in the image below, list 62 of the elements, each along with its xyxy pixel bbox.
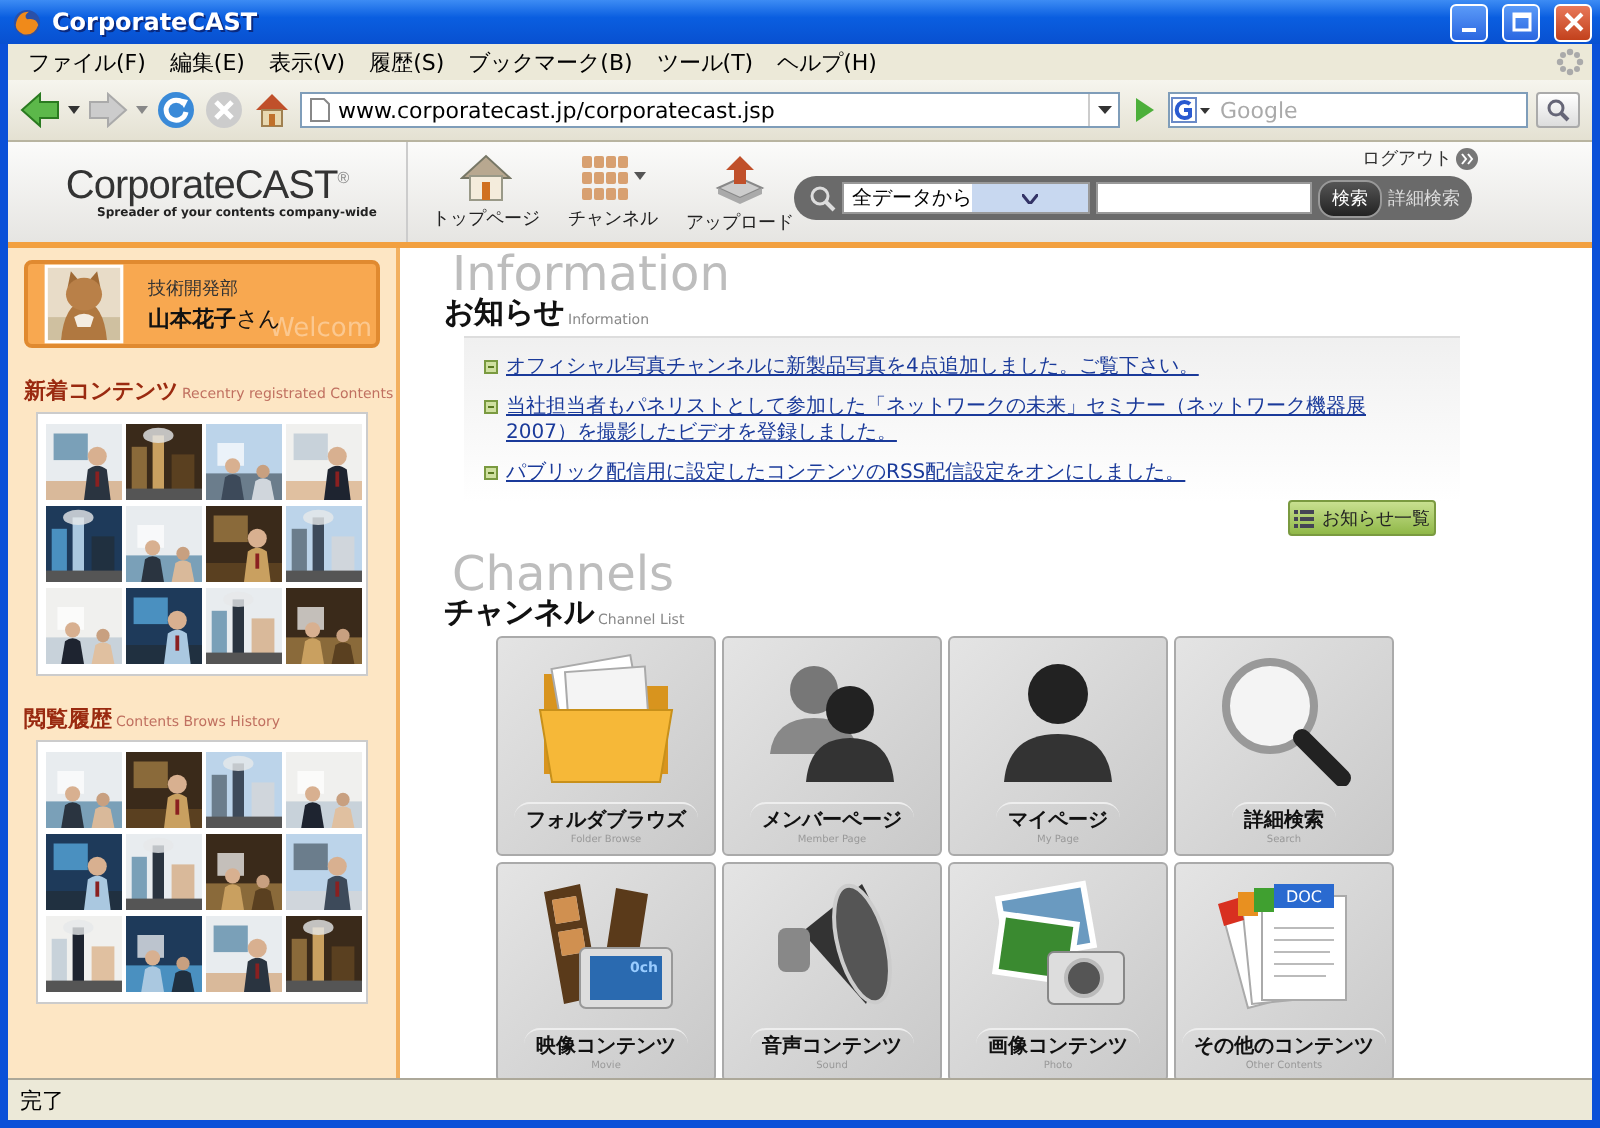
- chevron-down-icon[interactable]: [1022, 193, 1038, 203]
- throbber-icon: [1556, 48, 1584, 76]
- menu-item[interactable]: 表示(V): [256, 47, 358, 77]
- double-arrow-icon[interactable]: [1456, 148, 1478, 170]
- film-monitor-icon: [544, 884, 673, 1009]
- search-button[interactable]: 検索: [1318, 179, 1382, 217]
- nav-link[interactable]: チャンネル: [568, 154, 658, 242]
- bullet-icon: [484, 400, 498, 414]
- list-icon: [1294, 509, 1314, 527]
- minimize-icon: [1462, 28, 1476, 32]
- information-watermark: Information: [452, 252, 732, 296]
- menu-item[interactable]: ツール(T): [644, 47, 766, 77]
- maximize-icon: [1511, 12, 1531, 32]
- home-button[interactable]: [252, 90, 292, 130]
- section-title: チャンネル: [444, 594, 594, 632]
- news-link[interactable]: パブリック配信用に設定したコンテンツのRSS配信設定をオンにしました。: [506, 460, 1186, 486]
- page-icon: [310, 98, 330, 122]
- menu-item[interactable]: ファイル(F): [16, 47, 158, 77]
- section-title: お知らせ: [444, 294, 564, 332]
- news-list-button[interactable]: お知らせ一覧: [1288, 500, 1436, 536]
- search-icon: [1546, 98, 1570, 122]
- department-label: 技術開発部: [148, 277, 240, 301]
- minimize-button[interactable]: [1450, 3, 1488, 41]
- browser-logo-icon: [12, 7, 42, 37]
- dropdown-caret-icon[interactable]: [1097, 106, 1111, 114]
- section-title: 閲覧履歴: [24, 704, 112, 734]
- menu-item[interactable]: 履歴(S): [357, 47, 457, 77]
- doc-label: DOC: [1285, 888, 1323, 906]
- documents-icon: [1218, 884, 1347, 1010]
- news-link[interactable]: オフィシャル写真チャンネルに新製品写真を4点追加しました。ご覧下さい。: [506, 354, 1199, 380]
- window-title: CorporateCAST: [52, 8, 260, 36]
- search-field[interactable]: Google: [1168, 92, 1528, 128]
- status-text: 完了: [20, 1085, 64, 1115]
- channels-watermark: Channels: [452, 552, 677, 596]
- advanced-search-link[interactable]: 詳細検索: [1388, 185, 1460, 211]
- close-button[interactable]: [1554, 3, 1592, 41]
- search-engine-icon[interactable]: [1170, 96, 1214, 124]
- bullet-icon: [484, 466, 498, 480]
- grid-icon: [581, 154, 645, 202]
- menu-item[interactable]: ブックマーク(B): [456, 47, 645, 77]
- menu-item[interactable]: 編集(E): [157, 47, 257, 77]
- search-input[interactable]: [1096, 182, 1312, 214]
- bullet-icon: [484, 360, 498, 374]
- back-button[interactable]: [20, 92, 60, 128]
- upload-box-icon: [714, 154, 766, 206]
- dropdown-caret-icon[interactable]: [68, 106, 80, 114]
- nav-link[interactable]: トップページ: [432, 154, 540, 242]
- logout-link[interactable]: ログアウト: [1362, 146, 1452, 172]
- close-icon: [1563, 12, 1583, 32]
- news-link[interactable]: 当社担当者もパネリストとして参加した「ネットワークの未来」セミナー（ネットワーク機器展2007）を撮影したビデオを登録しました。: [506, 394, 1386, 446]
- menu-item[interactable]: ヘルプ(H): [765, 47, 889, 77]
- scope-select[interactable]: 全データから: [842, 182, 1090, 214]
- section-title: 新着コンテンツ: [24, 376, 178, 406]
- maximize-button[interactable]: [1502, 3, 1540, 41]
- search-icon: [810, 185, 836, 211]
- folder-icon: [536, 654, 676, 786]
- reload-button[interactable]: [156, 90, 196, 130]
- address-field[interactable]: www.corporatecast.jp/corporatecast.jsp: [300, 92, 1120, 128]
- house-icon: [460, 154, 512, 202]
- search-button[interactable]: [1536, 92, 1580, 128]
- site-logo[interactable]: CorporateCAST$^{®}$: [65, 164, 349, 210]
- nav-link[interactable]: アップロード: [686, 154, 794, 242]
